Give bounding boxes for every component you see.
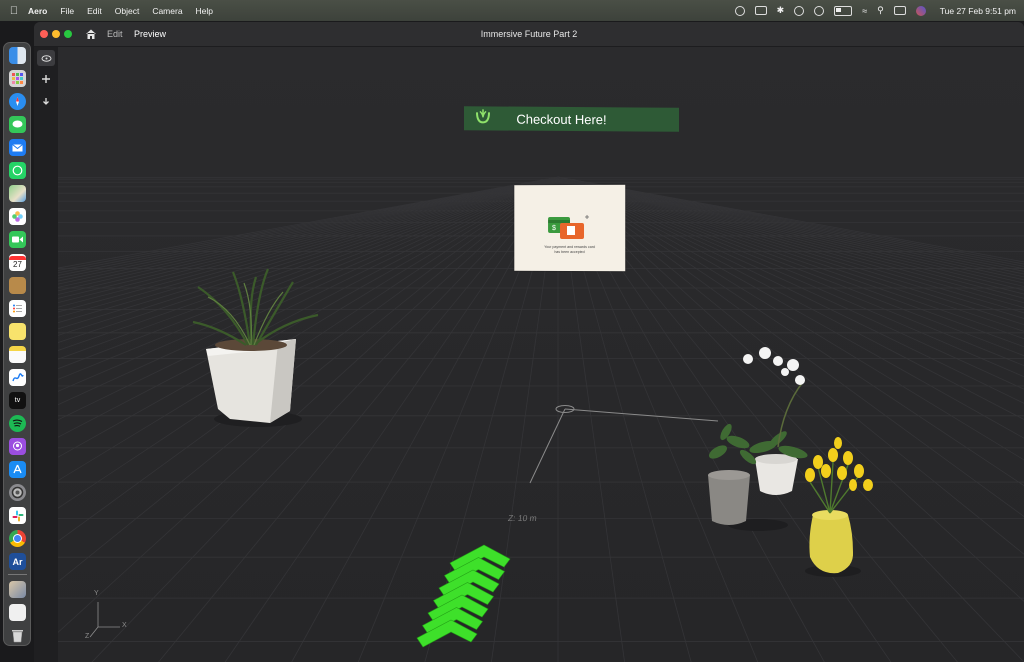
svg-text:$: $ — [552, 225, 556, 232]
payment-cards-icon: $ — [548, 213, 592, 240]
apple-tv-icon[interactable]: tv — [9, 392, 26, 409]
dock: 27 tv Ar — [3, 42, 31, 646]
calendar-icon[interactable]: 27 — [9, 254, 26, 271]
safari-icon[interactable] — [9, 93, 26, 110]
messages-icon[interactable] — [9, 116, 26, 133]
distance-label: Z: 10 m — [507, 513, 538, 523]
notes-icon[interactable] — [9, 346, 26, 363]
add-object-icon[interactable] — [37, 71, 55, 87]
whatsapp-icon[interactable] — [9, 162, 26, 179]
title-bar: Edit Preview Immersive Future Part 2 — [34, 22, 1024, 47]
play-icon[interactable] — [794, 5, 805, 16]
control-center-icon[interactable] — [893, 6, 906, 15]
reminders-icon[interactable] — [9, 300, 26, 317]
menu-object[interactable]: Object — [115, 6, 140, 16]
scene-canvas — [58, 47, 1024, 662]
spotify-icon[interactable] — [9, 415, 26, 432]
facetime-icon[interactable] — [9, 231, 26, 248]
window-manager-icon[interactable] — [754, 6, 767, 15]
creative-cloud-icon[interactable] — [734, 5, 745, 16]
documents-stack-icon[interactable] — [9, 604, 26, 621]
maps-icon[interactable] — [9, 185, 26, 202]
system-settings-icon[interactable] — [9, 484, 26, 501]
checkout-banner[interactable]: Checkout Here! — [464, 106, 679, 132]
menu-clock[interactable]: Tue 27 Feb 9:51 pm — [940, 6, 1016, 16]
menu-edit[interactable]: Edit — [87, 6, 102, 16]
axis-x-label: X — [122, 622, 127, 629]
window-title: Immersive Future Part 2 — [480, 29, 578, 39]
siri-icon[interactable] — [915, 5, 926, 16]
card-caption-line2: has been accepted — [554, 249, 585, 254]
spotlight-search-icon[interactable]: ⚲ — [877, 5, 884, 16]
calendar-day: 27 — [13, 260, 22, 269]
tool-strip — [34, 47, 58, 662]
scene-viewport[interactable]: Checkout Here! $ Your payment and reward… — [58, 47, 1024, 662]
freeform-icon[interactable] — [9, 369, 26, 386]
banner-text: Checkout Here! — [516, 111, 607, 127]
trash-icon[interactable] — [9, 627, 26, 644]
chrome-icon[interactable] — [9, 530, 26, 547]
menu-camera[interactable]: Camera — [152, 6, 182, 16]
airdrop-icon[interactable] — [814, 5, 825, 16]
launchpad-icon[interactable] — [9, 70, 26, 87]
app-window: Edit Preview Immersive Future Part 2 Che… — [34, 22, 1024, 662]
aero-badge: Ar — [12, 556, 23, 567]
photos-icon[interactable] — [9, 208, 26, 225]
menu-help[interactable]: Help — [196, 6, 213, 16]
bluetooth-icon[interactable]: ✱ — [777, 5, 785, 16]
card-caption: Your payment and rewards card has been a… — [522, 245, 617, 254]
notes-app-icon[interactable] — [9, 277, 26, 294]
import-icon[interactable] — [37, 93, 55, 109]
menu-file[interactable]: File — [60, 6, 74, 16]
menu-bar:  Aero File Edit Object Camera Help ✱ ≈ … — [0, 0, 1024, 21]
apple-menu-icon[interactable]:  — [0, 5, 28, 17]
app-store-icon[interactable] — [9, 461, 26, 478]
axis-z-label: Z — [85, 633, 90, 640]
mail-icon[interactable] — [9, 139, 26, 156]
apple-tv-label: tv — [14, 397, 21, 404]
dock-divider — [8, 574, 27, 575]
axis-y-label: Y — [94, 590, 99, 597]
wifi-icon[interactable]: ≈ — [862, 6, 867, 16]
finder-icon[interactable] — [9, 47, 26, 64]
podcasts-icon[interactable] — [9, 438, 26, 455]
stickies-icon[interactable] — [9, 323, 26, 340]
menu-app-name[interactable]: Aero — [28, 6, 47, 16]
payment-card-panel[interactable]: $ Your payment and rewards card has been… — [514, 184, 626, 272]
orbit-tool-icon[interactable] — [37, 50, 55, 66]
slack-icon[interactable] — [9, 507, 26, 524]
downloads-stack-icon[interactable] — [9, 581, 26, 598]
battery-icon[interactable] — [834, 5, 853, 16]
aero-app-icon[interactable]: Ar — [9, 553, 26, 570]
woolworths-logo-icon — [476, 109, 490, 124]
